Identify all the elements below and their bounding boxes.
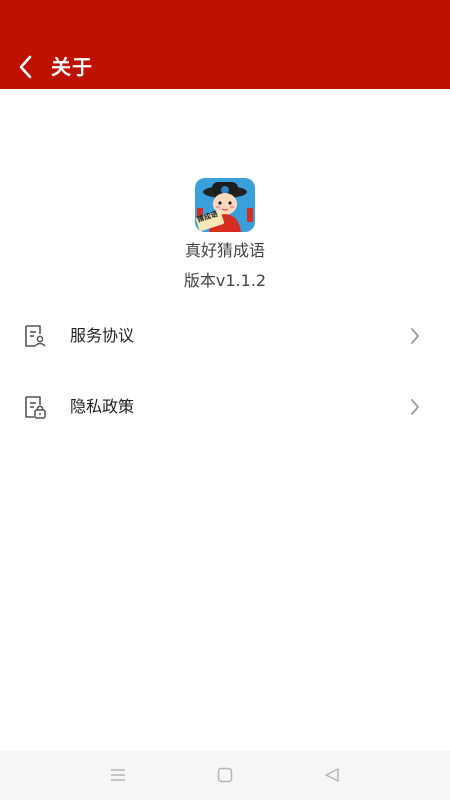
app-header: 关于 [0, 0, 450, 89]
recent-apps-button[interactable] [107, 764, 129, 786]
chevron-right-icon [411, 399, 419, 415]
menu-item-label: 服务协议 [70, 326, 135, 345]
system-nav-bar [0, 750, 450, 800]
chevron-left-icon [19, 55, 32, 79]
about-screen: 关于 猜成语 真好猜成语 版本v1.1.2 服务协议 隐私政策 [0, 0, 450, 800]
page-title: 关于 [51, 55, 93, 79]
back-triangle-icon [325, 768, 339, 782]
user-document-icon [25, 325, 46, 347]
system-back-button[interactable] [321, 764, 343, 786]
back-button[interactable] [10, 50, 42, 84]
chevron-right-icon [411, 328, 419, 344]
menu-lines-icon [111, 769, 125, 781]
menu-item-label: 隐私政策 [70, 397, 135, 416]
app-name: 真好猜成语 [184, 241, 265, 260]
app-version: 版本v1.1.2 [183, 271, 267, 290]
menu-item-privacy-policy[interactable]: 隐私政策 [0, 376, 450, 438]
app-logo-icon: 猜成语 [195, 178, 255, 232]
home-square-icon [217, 767, 233, 783]
home-button[interactable] [214, 764, 236, 786]
lock-document-icon [25, 396, 46, 419]
menu-item-service-agreement[interactable]: 服务协议 [0, 305, 450, 367]
